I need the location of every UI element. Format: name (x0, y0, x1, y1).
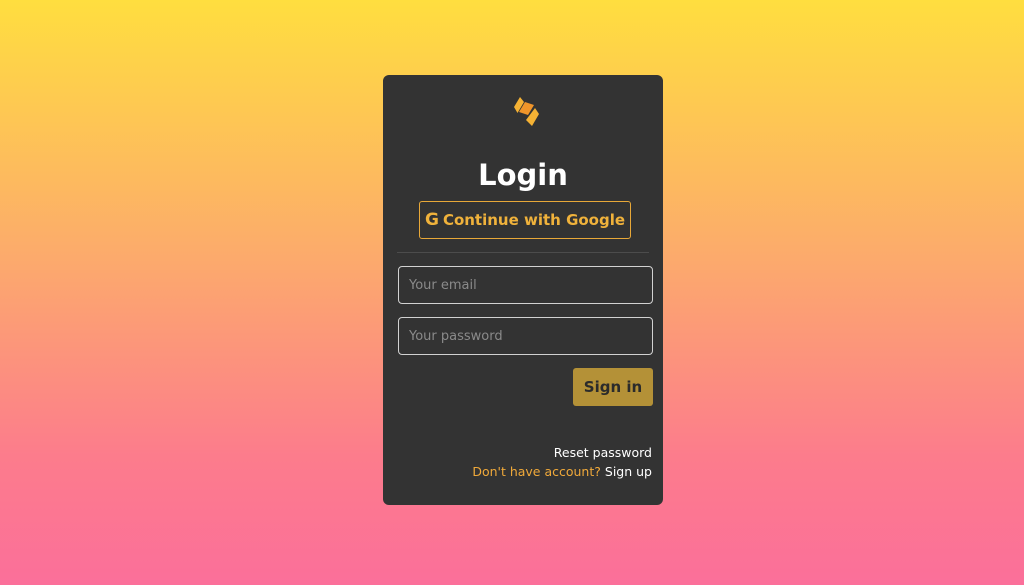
sign-in-button[interactable]: Sign in (573, 368, 653, 406)
page-title: Login (478, 158, 568, 192)
signup-line: Don't have account? Sign up (472, 464, 652, 480)
signup-prompt: Don't have account? (472, 464, 601, 479)
reset-password-link[interactable]: Reset password (554, 445, 652, 461)
login-card: Login G Continue with Google Sign in Res… (383, 75, 663, 505)
password-field[interactable] (398, 317, 653, 355)
google-g-icon: G (424, 209, 439, 230)
email-field[interactable] (398, 266, 653, 304)
s-logo-icon (514, 97, 539, 126)
sign-up-link[interactable]: Sign up (605, 464, 652, 479)
divider (397, 252, 649, 253)
continue-with-google-button[interactable]: G Continue with Google (419, 201, 631, 239)
google-button-label: Continue with Google (442, 210, 626, 229)
